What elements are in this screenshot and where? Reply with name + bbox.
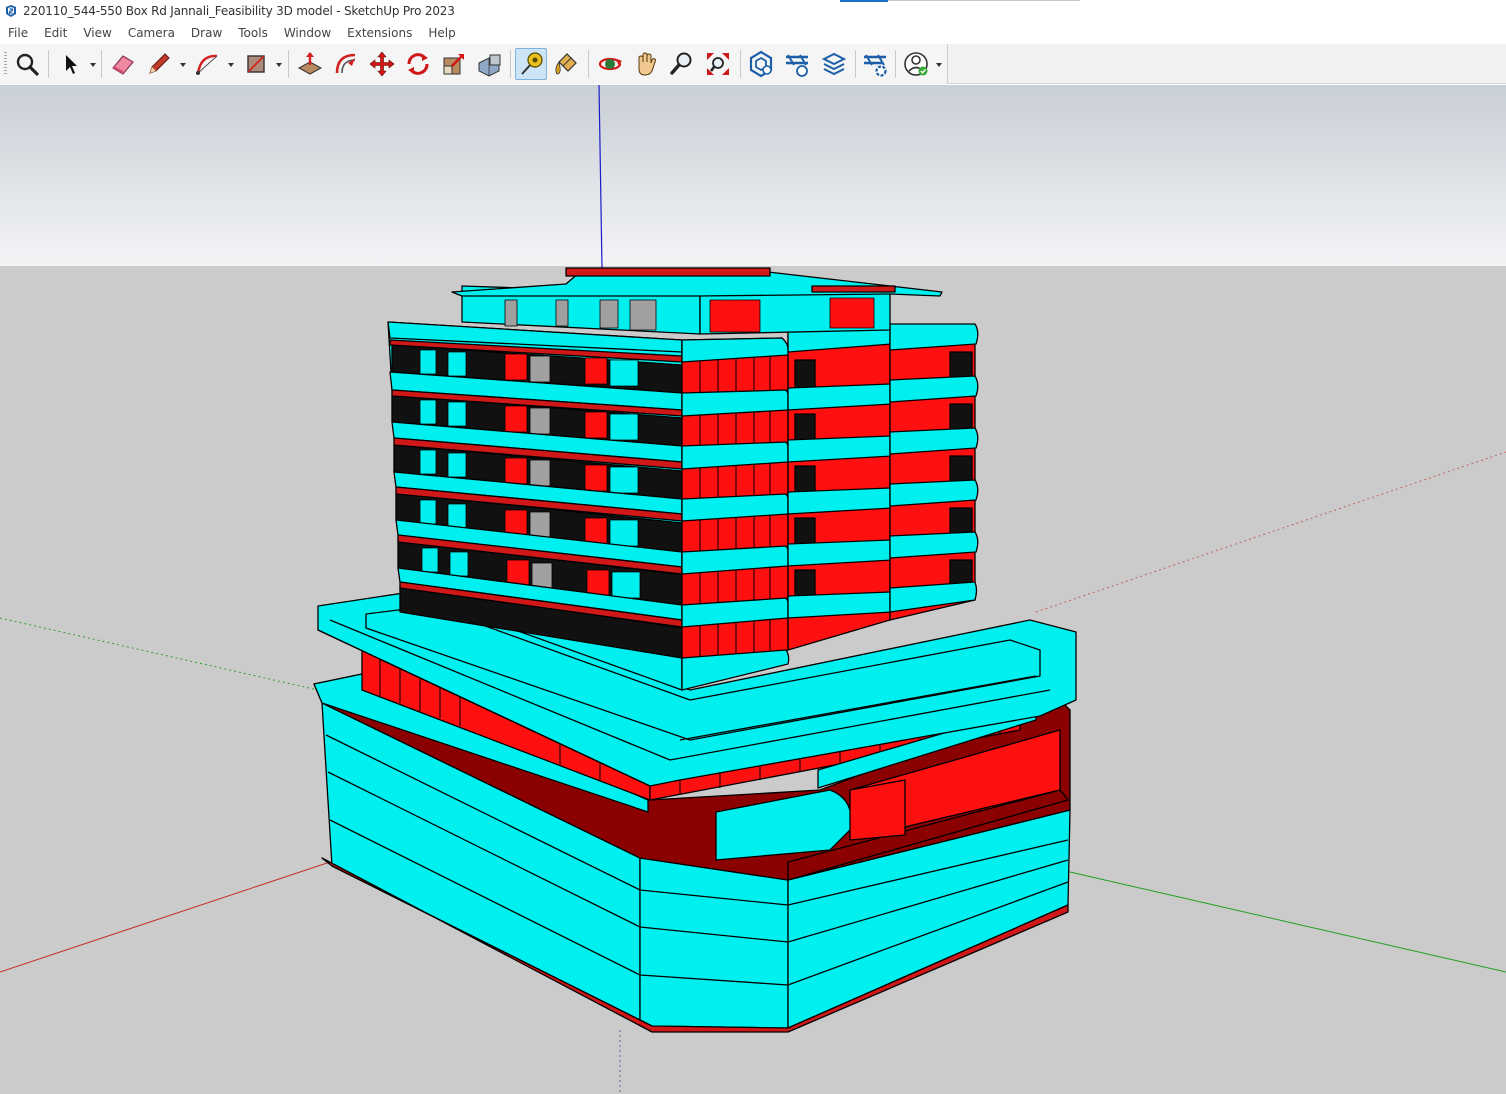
roof-plant-red [565,267,771,277]
rectangle-tool-button[interactable] [240,48,272,80]
select-tool-button[interactable] [54,48,86,80]
zoom-extents-button[interactable] [11,48,43,80]
menu-edit[interactable]: Edit [44,26,67,40]
menu-camera[interactable]: Camera [128,26,175,40]
rectangle-icon [247,55,265,73]
rotate-icon [407,53,429,75]
menu-tools[interactable]: Tools [238,26,268,40]
account-dropdown-chevron-icon[interactable] [935,61,943,69]
corner-curved-red [849,779,906,841]
move-tool-button[interactable] [366,48,398,80]
eraser-icon [112,55,134,75]
menu-extensions[interactable]: Extensions [347,26,412,40]
paint-bucket-tool-button[interactable] [550,48,582,80]
zoom-icon [670,52,692,75]
toolbar-separator [288,50,289,78]
arrow-cursor-icon [66,55,77,74]
push-pull-icon [297,52,323,75]
toolbar-grip[interactable] [4,52,7,76]
orbit-icon [598,57,622,71]
menu-draw[interactable]: Draw [191,26,222,40]
extension-warehouse-icon [786,54,808,77]
podium-front-face [639,857,789,1029]
window-title: 220110_544-550 Box Rd Jannali_Feasibilit… [23,4,455,18]
arc-icon [196,54,218,75]
paint-bucket-icon [555,53,577,75]
menu-help[interactable]: Help [428,26,455,40]
line-dropdown-chevron-icon[interactable] [179,61,187,69]
toolbar [0,44,1506,84]
warehouse-icon [749,50,773,78]
zoom-tool-button[interactable] [666,48,698,80]
toolbar-separator [48,50,49,78]
layout-icon [821,52,847,76]
push-pull-tool-button[interactable] [294,48,326,80]
toolbar-separator [101,50,102,78]
extension-manager-button[interactable] [859,48,891,80]
arc-tool-button[interactable] [192,48,224,80]
menu-bar: File Edit View Camera Draw Tools Window … [0,22,1506,44]
zoom-window-tool-button[interactable] [702,48,734,80]
large-toolset [0,44,948,84]
title-accent-bar [840,0,888,2]
toolbar-separator [588,50,589,78]
send-to-layout-button[interactable] [818,48,850,80]
title-bar: 220110_544-550 Box Rd Jannali_Feasibilit… [0,0,1506,22]
line-tool-button[interactable] [143,48,175,80]
offset-tool-button[interactable] [330,48,362,80]
menu-window[interactable]: Window [284,26,331,40]
move-icon [369,51,395,77]
roof-edge-red [811,285,896,293]
tape-measure-tool-button[interactable] [515,48,547,80]
sketchup-window: 220110_544-550 Box Rd Jannali_Feasibilit… [0,0,1506,1094]
sketchup-logo-icon [6,5,16,17]
rectangle-dropdown-chevron-icon[interactable] [275,61,283,69]
trimble-account-button[interactable] [900,48,932,80]
zoom-window-icon [707,53,729,75]
pan-tool-button[interactable] [630,48,662,80]
orbit-tool-button[interactable] [594,48,626,80]
eraser-tool-button[interactable] [107,48,139,80]
scale-icon [443,54,464,75]
hand-icon [638,52,656,76]
magnifier-icon [16,53,39,76]
toolbar-separator [510,50,511,78]
menu-view[interactable]: View [83,26,111,40]
arc-dropdown-chevron-icon[interactable] [227,61,235,69]
toolbar-separator [740,50,741,78]
follow-me-tool-button[interactable] [474,48,506,80]
scale-tool-button[interactable] [438,48,470,80]
follow-me-icon [478,54,501,77]
toolbar-separator [855,50,856,78]
sky-background [0,85,1506,266]
pencil-icon [149,53,170,74]
title-divider [888,0,1080,1]
offset-icon [335,53,356,74]
select-dropdown-chevron-icon[interactable] [89,61,97,69]
menu-file[interactable]: File [8,26,28,40]
tape-measure-icon [521,52,543,75]
extension-warehouse-button[interactable] [781,48,813,80]
model-viewport[interactable] [0,85,1506,1094]
rotate-tool-button[interactable] [402,48,434,80]
extension-manager-icon [864,54,887,77]
3d-warehouse-button[interactable] [745,48,777,80]
scene-canvas[interactable] [0,85,1506,1094]
toolbar-separator [895,50,896,78]
account-icon [904,52,928,76]
